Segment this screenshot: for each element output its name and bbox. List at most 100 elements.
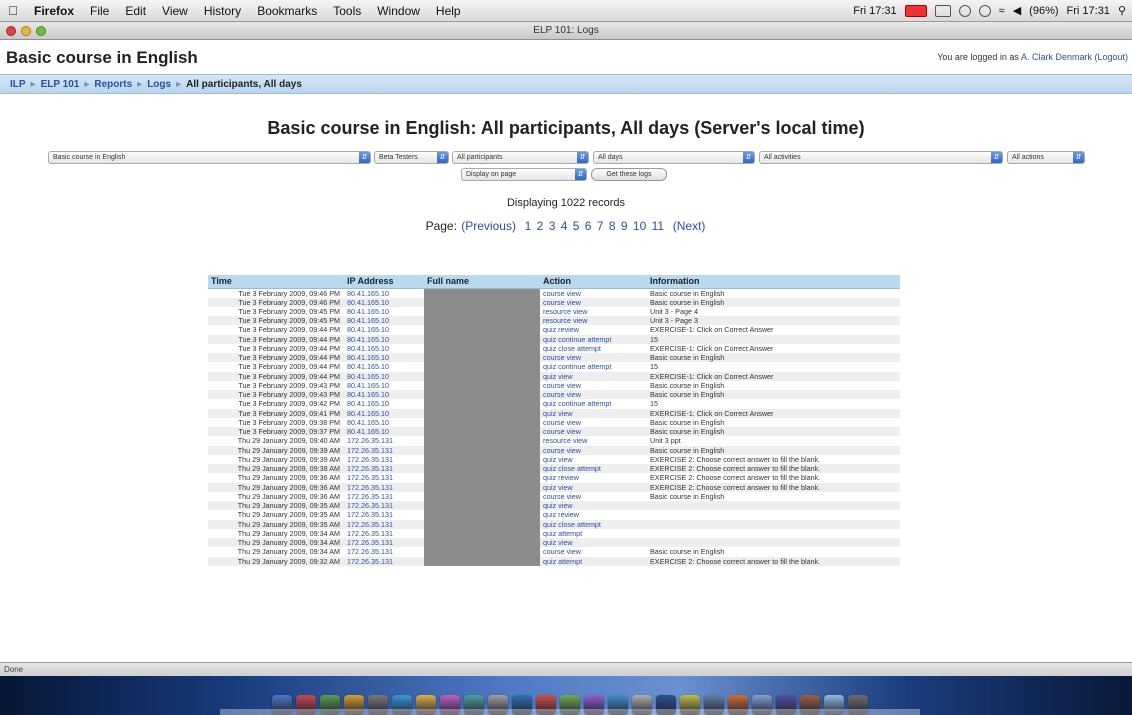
menu-help[interactable]: Help — [428, 4, 469, 18]
cell-ip-address[interactable]: 172.26.35.131 — [344, 492, 424, 501]
display-select[interactable]: Display on page ⇵ — [461, 168, 587, 181]
cell-full-name[interactable] — [424, 343, 540, 353]
cell-action[interactable]: quiz close attempt — [540, 519, 647, 529]
cell-ip-address[interactable]: 80.41.165.10 — [344, 288, 424, 298]
breadcrumb-logs[interactable]: Logs — [147, 79, 171, 90]
cell-ip-address[interactable]: 80.41.165.10 — [344, 362, 424, 371]
cell-action[interactable]: quiz view — [540, 371, 647, 381]
cell-full-name[interactable] — [424, 528, 540, 538]
cell-full-name[interactable] — [424, 380, 540, 390]
cell-information[interactable] — [647, 538, 900, 548]
pager-page-2[interactable]: 2 — [537, 219, 544, 233]
cell-full-name[interactable] — [424, 399, 540, 409]
cell-ip-address[interactable]: 80.41.165.10 — [344, 399, 424, 408]
cell-full-name[interactable] — [424, 417, 540, 427]
apple-menu-icon[interactable]:  — [0, 3, 26, 18]
cell-information[interactable]: Basic course in English — [647, 353, 900, 363]
cell-action[interactable]: course view — [540, 418, 647, 427]
cell-information[interactable]: Basic course in English — [647, 297, 900, 307]
cell-information[interactable]: EXERCISE-1: Click on Correct Answer — [647, 371, 900, 381]
cell-full-name[interactable] — [424, 390, 540, 400]
cell-ip-address[interactable]: 172.26.35.131 — [344, 455, 424, 464]
cell-action[interactable]: course view — [540, 297, 647, 307]
cell-full-name[interactable] — [424, 454, 540, 464]
battery-percent[interactable]: (96%) — [1029, 5, 1058, 17]
cell-action[interactable]: quiz view — [540, 482, 647, 492]
cell-full-name[interactable] — [424, 297, 540, 307]
cell-information[interactable] — [647, 519, 900, 529]
cell-ip-address[interactable]: 80.41.165.10 — [344, 418, 424, 427]
display-icon[interactable] — [934, 4, 951, 17]
cell-full-name[interactable] — [424, 436, 540, 446]
pager-page-9[interactable]: 9 — [621, 219, 628, 233]
cell-ip-address[interactable]: 172.26.35.131 — [344, 464, 424, 474]
cell-information[interactable]: EXERCISE 2: Choose correct answer to fil… — [647, 455, 900, 464]
clock-right[interactable]: Fri 17:31 — [1067, 5, 1110, 17]
cell-full-name[interactable] — [424, 288, 540, 298]
cell-action[interactable]: quiz attempt — [540, 529, 647, 538]
menu-view[interactable]: View — [154, 4, 196, 18]
cell-information[interactable]: 15 — [647, 362, 900, 371]
cell-information[interactable]: Basic course in English — [647, 418, 900, 427]
cell-ip-address[interactable]: 172.26.35.131 — [344, 519, 424, 529]
activities-select[interactable]: All activities ⇵ — [759, 151, 1003, 164]
cell-full-name[interactable] — [424, 501, 540, 511]
pager-page-7[interactable]: 7 — [597, 219, 604, 233]
cell-ip-address[interactable]: 172.26.35.131 — [344, 482, 424, 492]
menu-history[interactable]: History — [196, 4, 249, 18]
menu-edit[interactable]: Edit — [117, 4, 154, 18]
pager-previous[interactable]: (Previous) — [461, 219, 516, 233]
volume-icon[interactable]: ◀ — [1013, 4, 1021, 17]
pager-page-11[interactable]: 11 — [652, 219, 664, 233]
course-select[interactable]: Basic course in English ⇵ — [48, 151, 371, 164]
cell-full-name[interactable] — [424, 510, 540, 520]
cell-ip-address[interactable]: 80.41.165.10 — [344, 353, 424, 363]
cell-action[interactable]: quiz close attempt — [540, 464, 647, 474]
cell-ip-address[interactable]: 80.41.165.10 — [344, 325, 424, 334]
column-header-action[interactable]: Action — [540, 275, 647, 289]
cell-information[interactable]: Unit 3 - Page 4 — [647, 307, 900, 316]
get-logs-button[interactable]: Get these logs — [591, 168, 667, 181]
cell-full-name[interactable] — [424, 491, 540, 501]
cell-full-name[interactable] — [424, 427, 540, 437]
cell-ip-address[interactable]: 172.26.35.131 — [344, 529, 424, 538]
pager-page-6[interactable]: 6 — [585, 219, 592, 233]
cell-ip-address[interactable]: 80.41.165.10 — [344, 408, 424, 418]
cell-information[interactable]: 15 — [647, 334, 900, 344]
cell-information[interactable]: EXERCISE 2: Choose correct answer to fil… — [647, 464, 900, 474]
cell-action[interactable]: quiz close attempt — [540, 344, 647, 353]
menu-file[interactable]: File — [82, 4, 117, 18]
cell-full-name[interactable] — [424, 547, 540, 557]
cell-ip-address[interactable]: 80.41.165.10 — [344, 344, 424, 353]
cell-information[interactable]: EXERCISE-1: Click on Correct Answer — [647, 408, 900, 418]
column-header-fullname[interactable]: Full name — [424, 275, 540, 289]
cell-full-name[interactable] — [424, 306, 540, 316]
cell-action[interactable]: quiz continue attempt — [540, 362, 647, 371]
cell-information[interactable]: EXERCISE 2: Choose correct answer to fil… — [647, 473, 900, 482]
pager-page-3[interactable]: 3 — [549, 219, 556, 233]
flag-icon[interactable] — [904, 4, 927, 17]
cell-action[interactable]: course view — [540, 390, 647, 400]
cell-ip-address[interactable]: 172.26.35.131 — [344, 510, 424, 519]
cell-full-name[interactable] — [424, 464, 540, 474]
cell-full-name[interactable] — [424, 371, 540, 381]
logout-link[interactable]: (Logout) — [1094, 52, 1128, 62]
cell-full-name[interactable] — [424, 473, 540, 483]
cell-ip-address[interactable]: 80.41.165.10 — [344, 371, 424, 381]
cell-full-name[interactable] — [424, 556, 540, 566]
cell-information[interactable]: EXERCISE 2: Choose correct answer to fil… — [647, 482, 900, 492]
menu-app-firefox[interactable]: Firefox — [26, 4, 82, 18]
cell-ip-address[interactable]: 80.41.165.10 — [344, 427, 424, 437]
cell-action[interactable]: course view — [540, 353, 647, 363]
close-window-button[interactable] — [6, 25, 16, 36]
cell-information[interactable]: Basic course in English — [647, 445, 900, 455]
cell-information[interactable]: EXERCISE-1: Click on Correct Answer — [647, 344, 900, 353]
cell-action[interactable]: resource view — [540, 307, 647, 316]
menu-tools[interactable]: Tools — [325, 4, 369, 18]
actions-select[interactable]: All actions ⇵ — [1007, 151, 1085, 164]
cell-ip-address[interactable]: 172.26.35.131 — [344, 501, 424, 511]
menu-window[interactable]: Window — [369, 4, 428, 18]
cell-information[interactable]: EXERCISE-1: Click on Correct Answer — [647, 325, 900, 334]
column-header-ip[interactable]: IP Address — [344, 275, 424, 289]
cell-information[interactable]: 15 — [647, 399, 900, 408]
